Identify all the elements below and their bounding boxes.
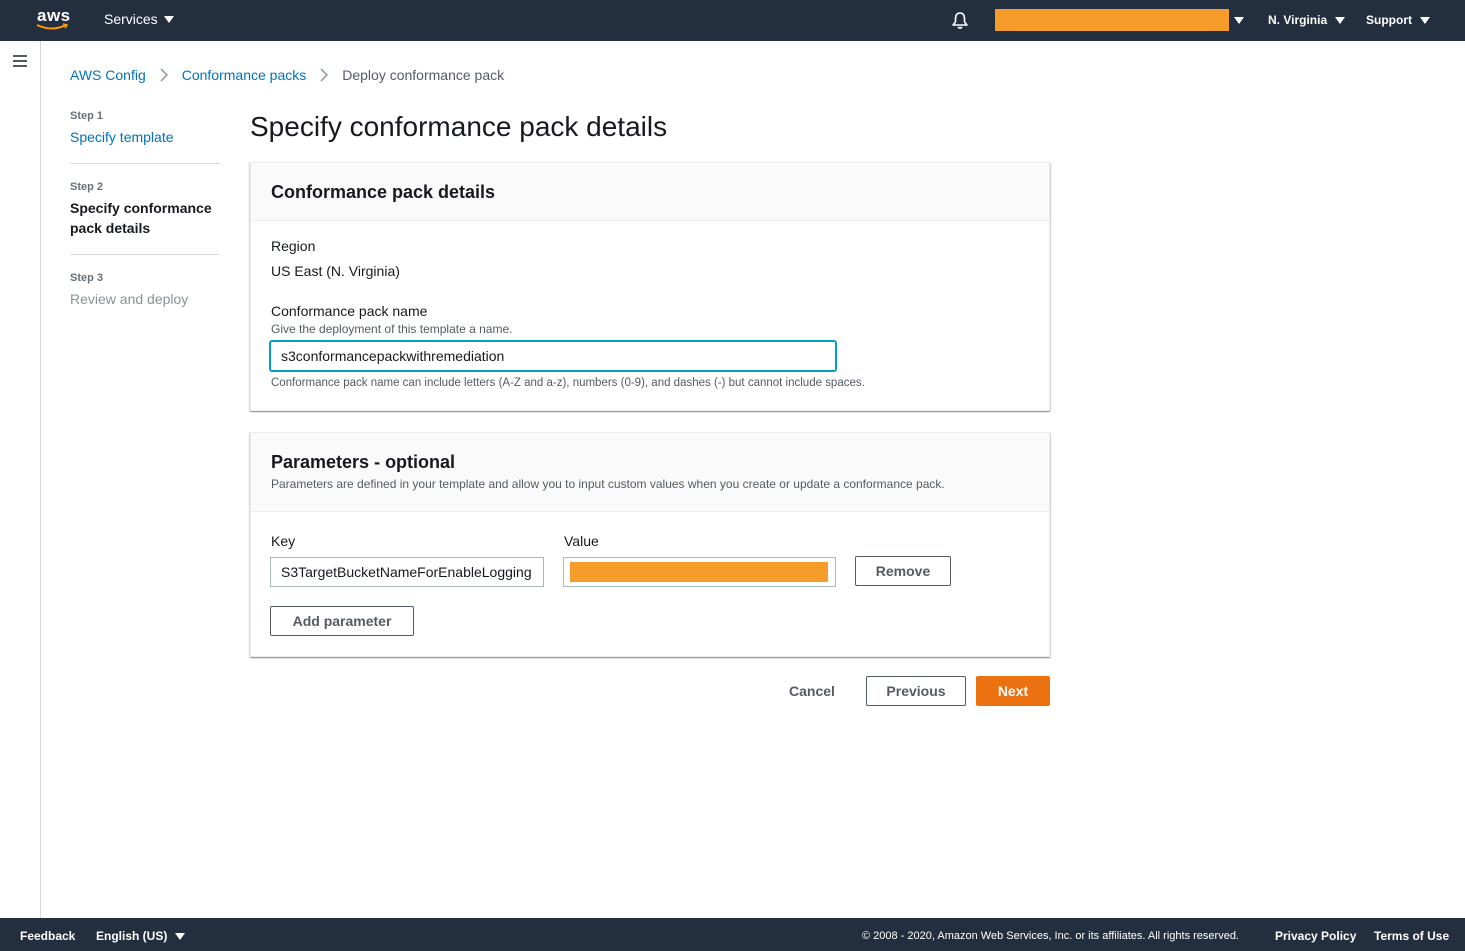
privacy-policy-link[interactable]: Privacy Policy [1275, 929, 1356, 943]
conformance-pack-details-panel: Conformance pack details Region US East … [250, 162, 1050, 411]
region-field-label: Region [271, 238, 316, 254]
caret-down-icon [1420, 16, 1430, 24]
footer: Feedback English (US) © 2008 - 2020, Ama… [0, 918, 1465, 951]
step-number: Step 1 [70, 110, 104, 122]
pack-name-input[interactable]: s3conformancepackwithremediation [270, 341, 836, 371]
top-navigation-bar: aws Services N. Virginia Support [0, 0, 1465, 41]
aws-logo[interactable]: aws [36, 6, 72, 34]
step-3: Step 3 Review and deploy [70, 272, 220, 325]
wizard-steps: Step 1 Specify template Step 2 Specify c… [70, 110, 220, 342]
services-menu[interactable]: Services [104, 11, 174, 27]
pack-name-label: Conformance pack name [271, 303, 428, 319]
language-label: English (US) [96, 929, 168, 943]
breadcrumb: AWS Config Conformance packs Deploy conf… [70, 67, 504, 83]
account-menu-redacted[interactable] [995, 9, 1229, 31]
region-label: N. Virginia [1268, 13, 1328, 27]
parameter-key-input[interactable]: S3TargetBucketNameForEnableLogging [270, 557, 544, 587]
aws-smile-icon [36, 23, 69, 30]
value-label: Value [564, 533, 599, 549]
panel-title: Conformance pack details [271, 182, 496, 202]
support-menu[interactable]: Support [1366, 13, 1430, 27]
caret-down-icon [1335, 16, 1346, 24]
previous-button[interactable]: Previous [866, 676, 966, 706]
panel-header: Conformance pack details [251, 163, 1049, 221]
services-label: Services [104, 11, 158, 27]
breadcrumb-current: Deploy conformance pack [342, 67, 505, 83]
feedback-link[interactable]: Feedback [20, 929, 75, 943]
pack-name-constraint: Conformance pack name can include letter… [271, 377, 865, 389]
step-2: Step 2 Specify conformance pack details [70, 181, 220, 255]
breadcrumb-conformance-packs[interactable]: Conformance packs [182, 67, 307, 83]
cancel-button[interactable]: Cancel [778, 676, 846, 706]
step-number: Step 3 [70, 272, 104, 284]
step-number: Step 2 [70, 181, 104, 193]
side-rail [0, 41, 41, 918]
remove-parameter-button[interactable]: Remove [855, 556, 951, 586]
region-value: US East (N. Virginia) [271, 263, 400, 279]
bell-icon[interactable] [950, 10, 970, 30]
support-label: Support [1366, 13, 1412, 27]
value-redaction [570, 562, 828, 582]
copyright-text: © 2008 - 2020, Amazon Web Services, Inc.… [862, 930, 1239, 942]
next-button[interactable]: Next [976, 676, 1050, 706]
step-title-review-deploy: Review and deploy [70, 291, 189, 307]
step-1: Step 1 Specify template [70, 110, 220, 164]
pack-name-description: Give the deployment of this template a n… [271, 322, 513, 336]
caret-down-icon [163, 15, 174, 23]
add-parameter-button[interactable]: Add parameter [270, 606, 414, 636]
step-title-specify-details: Specify conformance pack details [70, 200, 212, 236]
panel-header: Parameters - optional Parameters are def… [251, 433, 1049, 512]
chevron-right-icon [160, 68, 168, 82]
menu-icon[interactable] [13, 55, 27, 67]
panel-description: Parameters are defined in your template … [271, 477, 945, 491]
breadcrumb-aws-config[interactable]: AWS Config [70, 67, 146, 83]
key-label: Key [271, 533, 296, 549]
chevron-right-icon [320, 68, 329, 82]
language-selector[interactable]: English (US) [96, 929, 186, 943]
terms-of-use-link[interactable]: Terms of Use [1374, 929, 1449, 943]
panel-title: Parameters - optional [271, 452, 456, 472]
parameter-value-input[interactable] [563, 557, 836, 587]
step-title-specify-template[interactable]: Specify template [70, 127, 220, 147]
region-menu[interactable]: N. Virginia [1268, 13, 1346, 27]
page-title: Specify conformance pack details [250, 111, 668, 142]
account-caret-down-icon[interactable] [1234, 17, 1244, 24]
caret-down-icon [175, 932, 186, 940]
